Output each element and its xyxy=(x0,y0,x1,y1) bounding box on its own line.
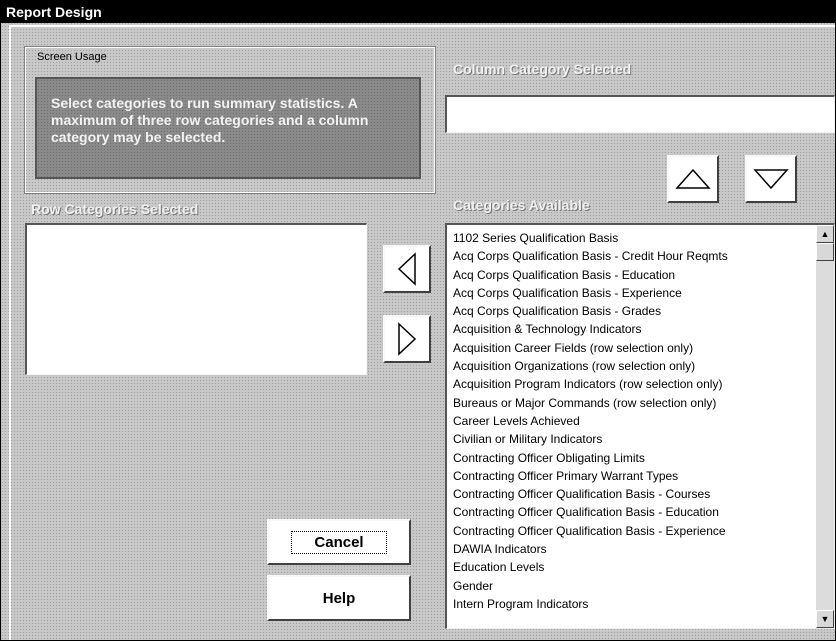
move-down-button[interactable] xyxy=(745,155,797,203)
column-category-heading: Column Category Selected xyxy=(453,61,632,77)
list-item[interactable]: Acquisition Career Fields (row selection… xyxy=(453,339,815,357)
list-item[interactable]: Acq Corps Qualification Basis - Experien… xyxy=(453,284,815,302)
help-button[interactable]: Help xyxy=(267,575,411,621)
list-item[interactable]: Contracting Officer Primary Warrant Type… xyxy=(453,467,815,485)
categories-available-heading: Categories Available xyxy=(453,197,590,213)
triangle-right-icon xyxy=(398,322,417,356)
cancel-button[interactable]: Cancel xyxy=(267,519,411,565)
window-title: Report Design xyxy=(1,1,835,23)
cancel-button-label: Cancel xyxy=(291,530,387,554)
scroll-up-icon[interactable]: ▲ xyxy=(816,225,834,243)
triangle-down-icon xyxy=(753,169,789,190)
list-item[interactable]: Bureaus or Major Commands (row selection… xyxy=(453,394,815,412)
list-item[interactable]: Career Levels Achieved xyxy=(453,412,815,430)
list-item[interactable]: DAWIA Indicators xyxy=(453,540,815,558)
screen-usage-text: Select categories to run summary statist… xyxy=(51,95,369,145)
list-item[interactable]: Civilian or Military Indicators xyxy=(453,430,815,448)
list-item[interactable]: Contracting Officer Qualification Basis … xyxy=(453,503,815,521)
scroll-down-icon[interactable]: ▼ xyxy=(816,610,834,628)
list-item[interactable]: Acq Corps Qualification Basis - Educatio… xyxy=(453,266,815,284)
categories-available-list[interactable]: 1102 Series Qualification Basis Acq Corps… xyxy=(445,223,835,629)
list-item[interactable]: Acq Corps Qualification Basis - Credit H… xyxy=(453,247,815,265)
triangle-left-icon xyxy=(397,252,416,286)
row-categories-list[interactable] xyxy=(25,223,367,375)
scroll-thumb[interactable] xyxy=(816,243,834,261)
list-item[interactable]: Contracting Officer Qualification Basis … xyxy=(453,485,815,503)
list-item[interactable]: Acquisition Program Indicators (row sele… xyxy=(453,375,815,393)
screen-usage-label: Screen Usage xyxy=(37,51,107,63)
list-item[interactable]: Acquisition & Technology Indicators xyxy=(453,320,815,338)
list-item[interactable]: Acquisition Organizations (row selection… xyxy=(453,357,815,375)
triangle-up-icon xyxy=(675,168,711,189)
report-design-window: Report Design Screen Usage Select catego… xyxy=(0,0,836,641)
list-item[interactable]: Gender xyxy=(453,577,815,595)
remove-from-rows-button[interactable] xyxy=(383,315,431,363)
list-item[interactable]: Contracting Officer Qualification Basis … xyxy=(453,522,815,540)
column-category-field[interactable] xyxy=(445,95,835,133)
list-item[interactable]: Acq Corps Qualification Basis - Grades xyxy=(453,302,815,320)
categories-list-items: 1102 Series Qualification Basis Acq Corps… xyxy=(453,229,815,613)
help-button-label: Help xyxy=(322,589,356,607)
row-categories-heading: Row Categories Selected xyxy=(31,201,199,217)
list-scrollbar[interactable]: ▲ ▼ xyxy=(816,225,834,628)
move-up-button[interactable] xyxy=(667,155,719,203)
list-item[interactable]: Education Levels xyxy=(453,558,815,576)
list-item[interactable]: Intern Program Indicators xyxy=(453,595,815,613)
list-item[interactable]: Contracting Officer Obligating Limits xyxy=(453,449,815,467)
list-item[interactable]: 1102 Series Qualification Basis xyxy=(453,229,815,247)
add-to-rows-button[interactable] xyxy=(383,245,431,293)
